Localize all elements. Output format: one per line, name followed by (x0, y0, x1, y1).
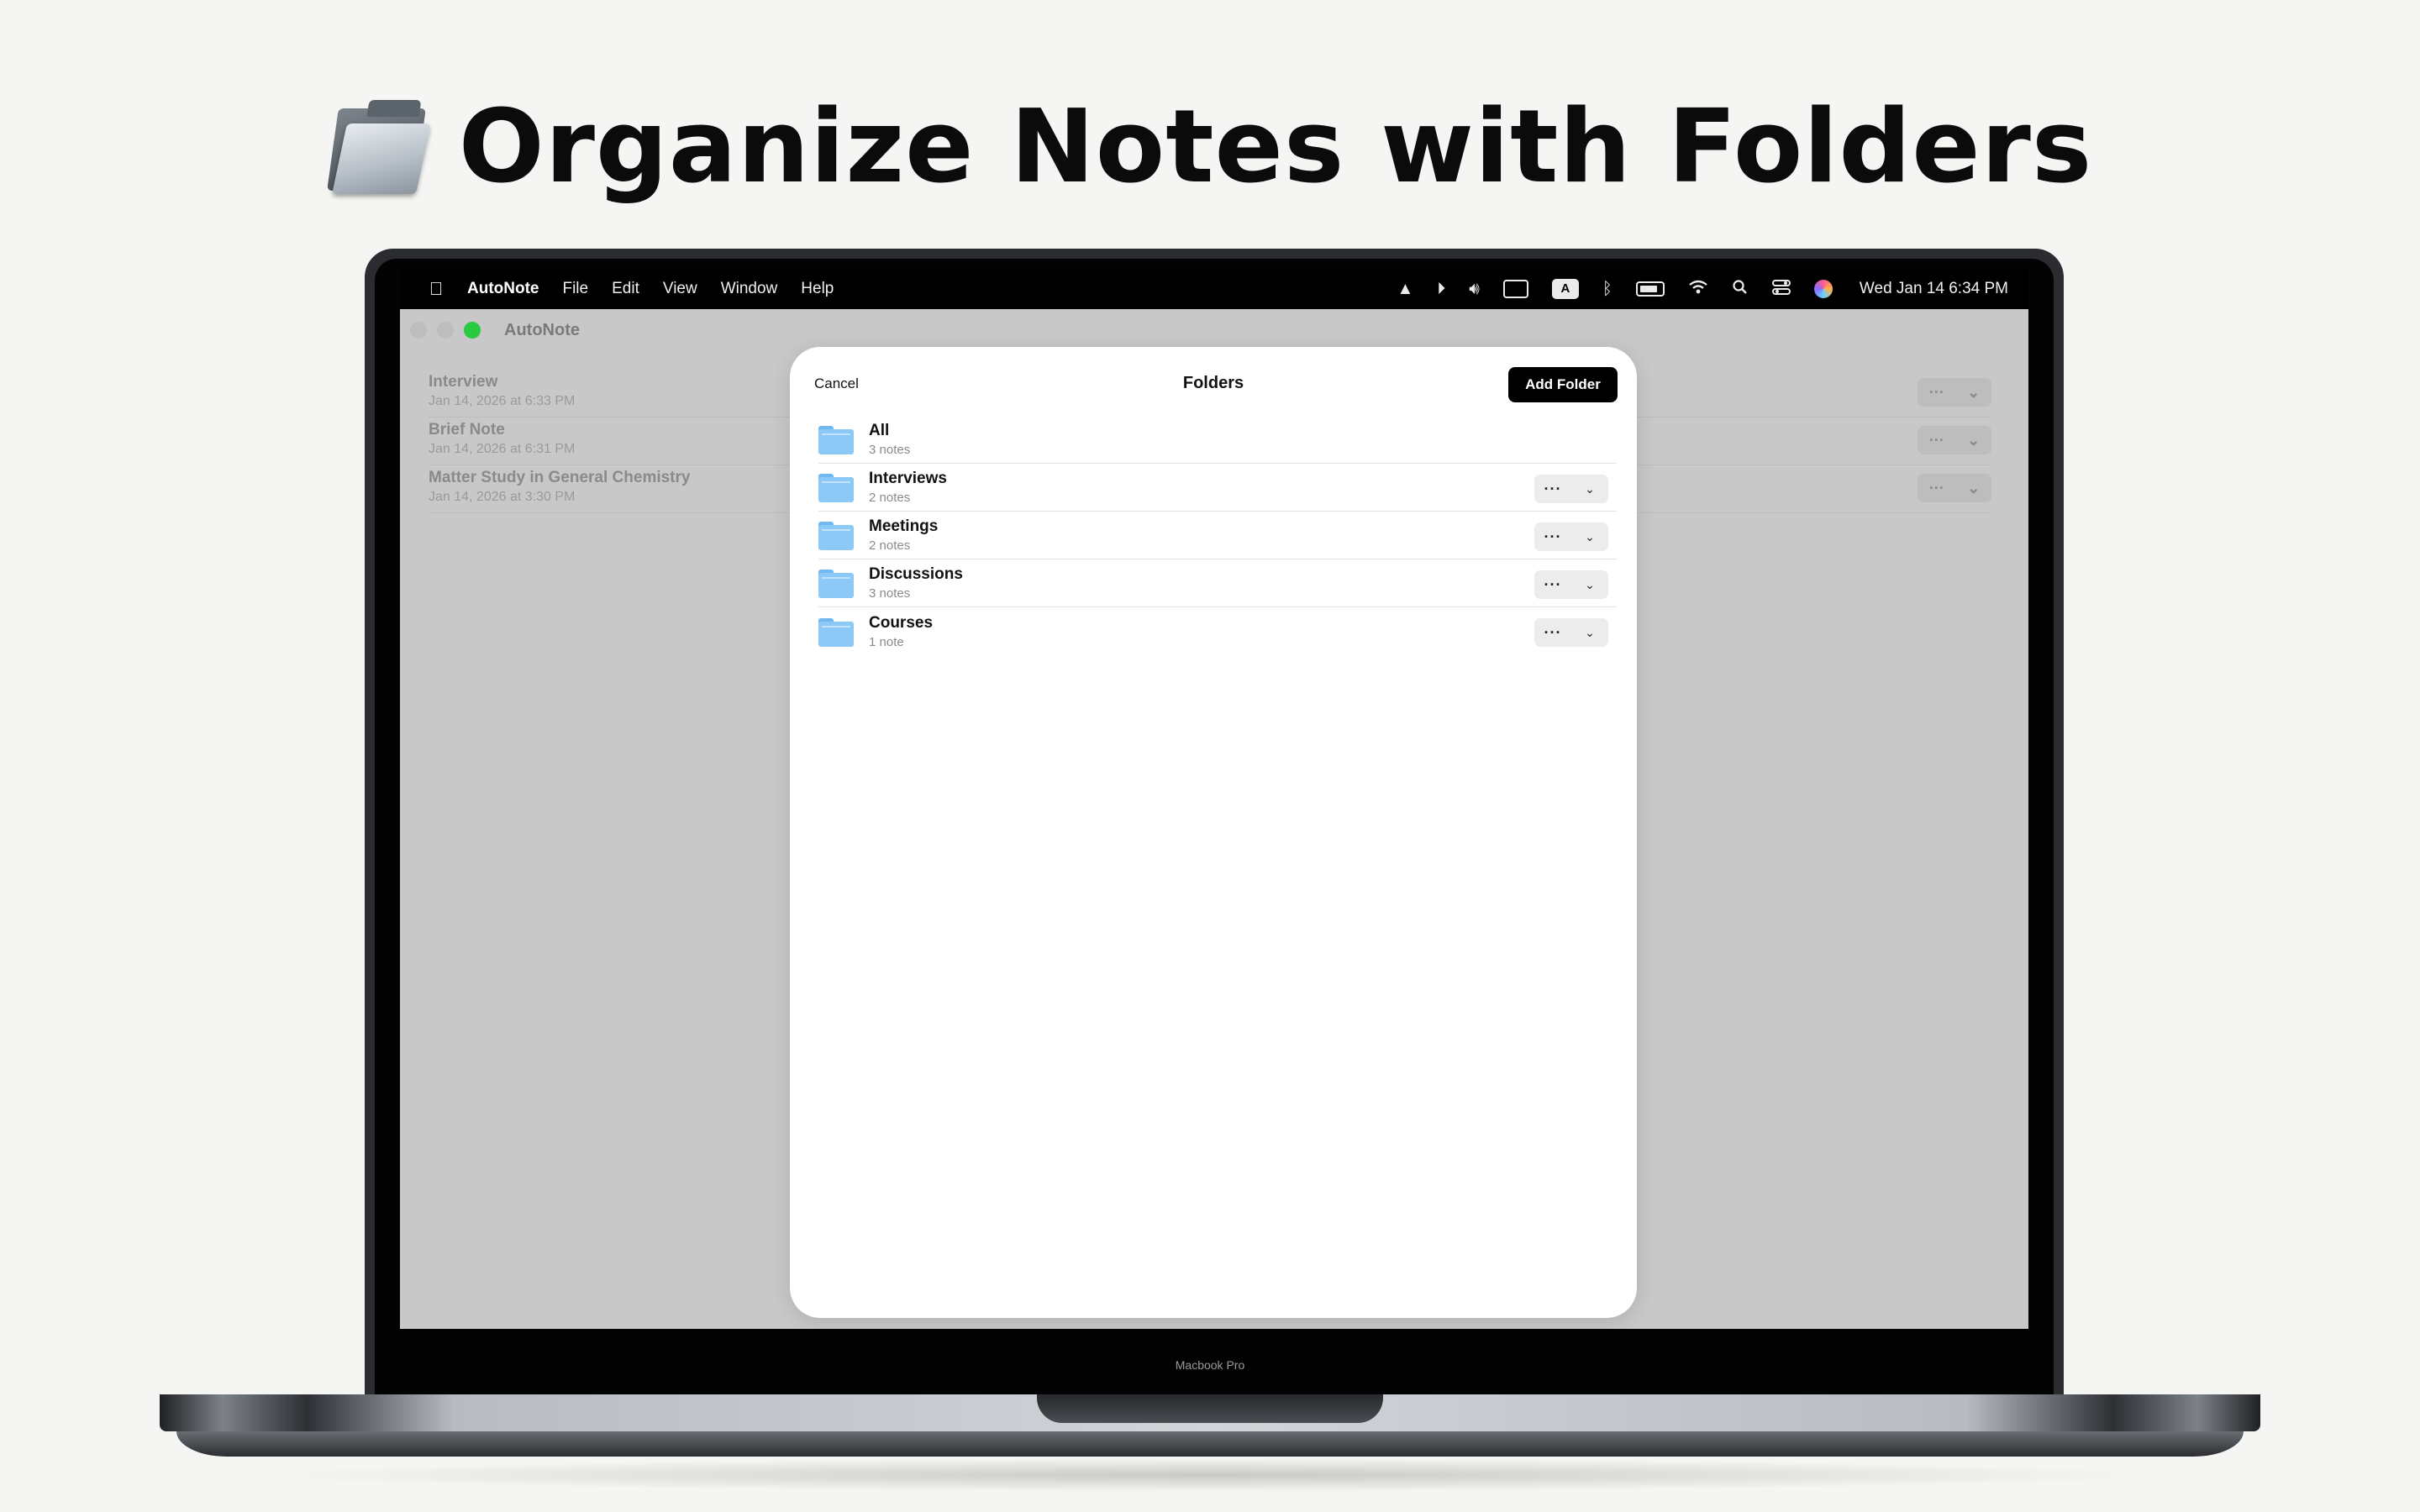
folder-name: Courses (869, 613, 934, 632)
chevron-down-icon: ⌄ (1967, 383, 1981, 401)
folder-count: 3 notes (869, 586, 911, 601)
folder-row-courses[interactable]: Courses 1 note ··· ⌄ (818, 607, 1617, 655)
laptop-shadow (252, 1458, 2168, 1492)
menu-view[interactable]: View (663, 280, 697, 298)
window-titlebar: AutoNote (400, 309, 2028, 351)
input-source-icon[interactable]: A (1551, 279, 1579, 299)
folder-actions-button[interactable]: ··· ⌄ (1534, 475, 1608, 503)
chevron-down-icon[interactable]: ⌄ (1571, 530, 1608, 544)
minimize-window-icon[interactable] (437, 322, 454, 339)
folder-icon (818, 424, 854, 454)
window-title: AutoNote (504, 320, 580, 339)
menu-bar:  AutoNote File Edit View Window Help ▲ … (400, 269, 2028, 309)
note-actions-button[interactable]: ··· ⌄ (1918, 378, 1991, 407)
folder-row-all[interactable]: All 3 notes (818, 416, 1617, 464)
control-center-icon[interactable] (1771, 279, 1791, 299)
menu-edit[interactable]: Edit (612, 280, 639, 298)
headline-title: Organize Notes with Folders (458, 88, 2093, 206)
battery-icon[interactable] (1635, 281, 1665, 297)
wifi-icon[interactable] (1688, 280, 1708, 298)
folder-icon (818, 568, 854, 598)
folder-list: All 3 notes Interviews 2 notes ··· ⌄ Mee… (818, 416, 1617, 655)
folder-count: 2 notes (869, 491, 911, 505)
folder-actions-button[interactable]: ··· ⌄ (1534, 522, 1608, 551)
menu-app-name[interactable]: AutoNote (467, 280, 539, 298)
chevron-down-icon[interactable]: ⌄ (1571, 626, 1608, 640)
volume-icon[interactable]: 🔊︎ (1469, 281, 1480, 297)
note-actions-button[interactable]: ··· ⌄ (1918, 474, 1991, 502)
menu-window[interactable]: Window (721, 280, 778, 298)
folder-name: Discussions (869, 565, 963, 583)
laptop-base-bottom (176, 1431, 2244, 1457)
display-icon[interactable] (1502, 280, 1528, 298)
folder-name: All (869, 422, 890, 439)
chevron-down-icon[interactable]: ⌄ (1571, 482, 1608, 496)
folder-row-discussions[interactable]: Discussions 3 notes ··· ⌄ (818, 559, 1617, 607)
zoom-window-icon[interactable] (464, 322, 481, 339)
sheet-header: Cancel Folders Add Folder (790, 347, 1637, 423)
siri-icon[interactable] (1813, 280, 1833, 298)
more-icon[interactable]: ··· (1534, 480, 1571, 498)
apple-logo-icon[interactable]:  (425, 278, 447, 300)
chevron-down-icon: ⌄ (1967, 431, 1981, 449)
more-icon: ··· (1928, 431, 1944, 449)
menu-help[interactable]: Help (801, 280, 834, 298)
folder-icon (818, 520, 854, 550)
more-icon[interactable]: ··· (1534, 624, 1571, 642)
laptop-model-label: Macbook Pro (1175, 1358, 1245, 1372)
bluetooth-icon[interactable]: ᛒ (1602, 281, 1612, 297)
more-icon: ··· (1928, 383, 1944, 401)
more-icon: ··· (1928, 479, 1944, 496)
folder-name: Meetings (869, 517, 939, 535)
menu-clock[interactable]: Wed Jan 14 6:34 PM (1860, 280, 2008, 298)
more-icon[interactable]: ··· (1534, 576, 1571, 594)
folder-icon (326, 97, 431, 197)
folder-actions-button[interactable]: ··· ⌄ (1534, 570, 1608, 599)
folder-count: 1 note (869, 634, 904, 649)
vlc-icon[interactable]: ▲ (1397, 281, 1414, 297)
folder-icon (818, 617, 854, 647)
chevron-down-icon: ⌄ (1967, 479, 1981, 496)
folders-sheet: Cancel Folders Add Folder All 3 notes In… (790, 347, 1637, 1318)
folder-count: 3 notes (869, 443, 911, 457)
folder-count: 2 notes (869, 538, 911, 553)
menu-file[interactable]: File (562, 280, 588, 298)
folder-name: Interviews (869, 470, 947, 487)
play-circle-icon[interactable]: ⏵ (1437, 281, 1445, 297)
headline: Organize Notes with Folders (0, 80, 2420, 214)
status-area: ▲ ⏵ 🔊︎ A ᛒ Wed Jan 14 6:34 PM (1397, 269, 2008, 309)
close-window-icon[interactable] (410, 322, 427, 339)
add-folder-button[interactable]: Add Folder (1508, 367, 1618, 402)
spotlight-search-icon[interactable] (1732, 279, 1749, 299)
folder-row-interviews[interactable]: Interviews 2 notes ··· ⌄ (818, 464, 1617, 512)
chevron-down-icon[interactable]: ⌄ (1571, 578, 1608, 592)
note-actions-button[interactable]: ··· ⌄ (1918, 426, 1991, 454)
more-icon[interactable]: ··· (1534, 528, 1571, 546)
folder-row-meetings[interactable]: Meetings 2 notes ··· ⌄ (818, 512, 1617, 559)
laptop-notch (1037, 1394, 1383, 1423)
folder-actions-button[interactable]: ··· ⌄ (1534, 618, 1608, 647)
folder-icon (818, 472, 854, 502)
